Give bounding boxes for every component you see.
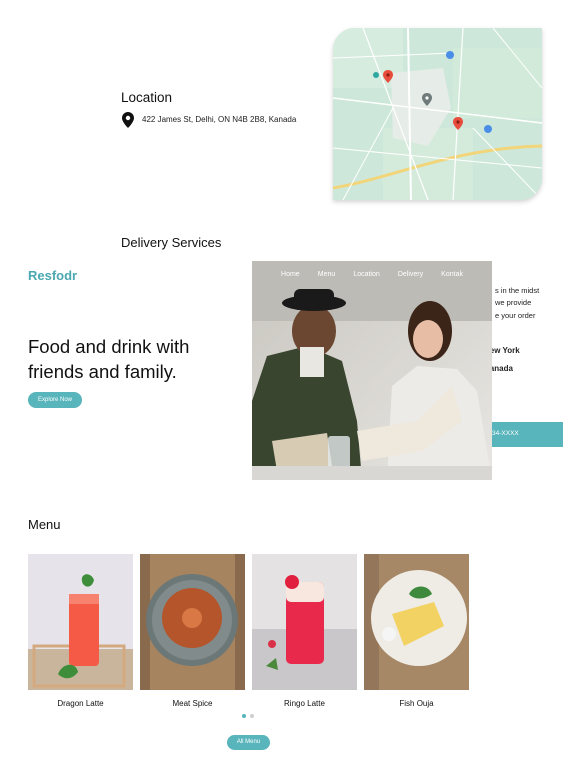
- menu-card-ringo-latte[interactable]: Ringo Latte: [252, 554, 357, 708]
- map-poi-teal: [373, 72, 379, 78]
- location-title: Location: [121, 90, 173, 105]
- explore-now-button[interactable]: Explore Now: [28, 392, 82, 408]
- menu-image: [364, 554, 469, 690]
- menu-image: [140, 554, 245, 690]
- nav-menu[interactable]: Menu: [318, 271, 336, 278]
- hero-photo: Home Menu Location Delivery Kontak: [252, 261, 492, 480]
- nav-home[interactable]: Home: [281, 271, 300, 278]
- behind-text-line: we provide: [495, 298, 532, 307]
- carousel-dots: [242, 714, 254, 718]
- carousel-dot[interactable]: [250, 714, 254, 718]
- photo-nav: Home Menu Location Delivery Kontak: [252, 271, 492, 278]
- map-tiles: [333, 28, 542, 200]
- menu-label: Meat Spice: [172, 699, 213, 708]
- map-poi-blue: [446, 51, 454, 59]
- nav-delivery[interactable]: Delivery: [398, 271, 423, 278]
- menu-label: Ringo Latte: [284, 699, 325, 708]
- behind-text-line: s in the midst: [495, 286, 540, 295]
- menu-label: Fish Ouja: [399, 699, 434, 708]
- menu-image: [28, 554, 133, 690]
- map-pin-icon: [122, 112, 134, 128]
- phone-bar: 34-XXXX: [492, 422, 563, 447]
- map-poi-blue-2: [484, 125, 492, 133]
- phone-bar-text: 34-XXXX: [492, 430, 519, 437]
- delivery-title: Delivery Services: [121, 235, 222, 250]
- hero-heading: Food and drink with friends and family.: [28, 336, 190, 382]
- menu-card-dragon-latte[interactable]: Dragon Latte: [28, 554, 133, 708]
- menu-label: Dragon Latte: [57, 699, 104, 708]
- location-map[interactable]: [333, 28, 542, 200]
- couple-reading-menu-image: [252, 261, 492, 480]
- behind-text-line: e your order: [495, 311, 536, 320]
- brand-logo[interactable]: Resfodr: [28, 268, 77, 283]
- menu-title: Menu: [28, 517, 61, 532]
- menu-image: [252, 554, 357, 690]
- menu-card-fish-ouja[interactable]: Fish Ouja: [364, 554, 469, 708]
- nav-kontak[interactable]: Kontak: [441, 271, 463, 278]
- all-menu-button[interactable]: All Menu: [227, 735, 270, 750]
- carousel-dot-active[interactable]: [242, 714, 246, 718]
- menu-card-meat-spice[interactable]: Meat Spice: [140, 554, 245, 708]
- nav-location[interactable]: Location: [353, 271, 379, 278]
- location-address: 422 James St, Delhi, ON N4B 2B8, Kanada: [142, 115, 297, 124]
